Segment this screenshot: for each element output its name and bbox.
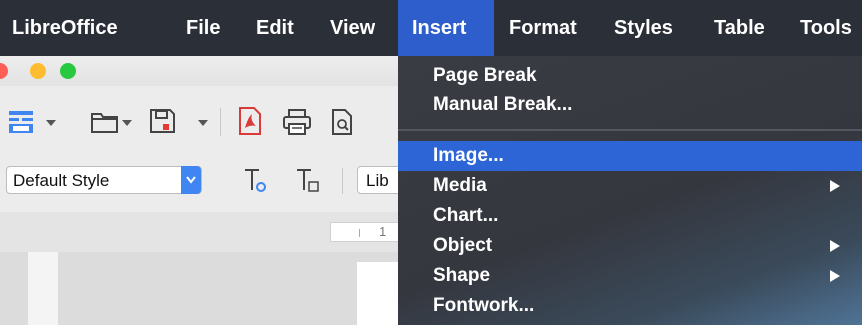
menu-item-manual-break[interactable]: Manual Break... [398, 90, 862, 120]
chevron-down-icon[interactable] [122, 120, 132, 128]
menu-item-label: Fontwork... [433, 295, 535, 316]
menu-item-label: Media [433, 175, 487, 196]
menu-view[interactable]: View [330, 0, 375, 56]
menu-insert[interactable]: Insert [398, 0, 494, 56]
menu-item-label: Page Break [433, 65, 537, 86]
menu-separator [398, 129, 862, 131]
menu-table[interactable]: Table [714, 0, 765, 56]
document-canvas [0, 252, 400, 325]
chevron-down-icon[interactable] [46, 120, 56, 128]
chevron-down-icon [186, 176, 196, 184]
insert-menu-dropdown: Page Break Manual Break... Image... Medi… [398, 56, 862, 325]
print-icon[interactable] [282, 108, 312, 136]
font-name-value: Lib [366, 171, 389, 190]
menu-item-object[interactable]: Object [398, 231, 862, 261]
page-margin-left [28, 252, 58, 325]
new-document-icon[interactable] [8, 110, 42, 134]
menu-libreoffice[interactable]: LibreOffice [12, 0, 118, 56]
open-folder-icon[interactable] [90, 110, 120, 134]
submenu-arrow-icon [830, 240, 840, 252]
menu-file[interactable]: File [186, 0, 220, 56]
paragraph-style-dropdown-button[interactable] [181, 166, 201, 194]
horizontal-ruler[interactable]: 1 [330, 222, 400, 242]
menu-item-label: Object [433, 235, 493, 256]
paragraph-style-value: Default Style [13, 171, 110, 190]
minimize-window-button[interactable] [30, 63, 46, 79]
paragraph-style-dropdown[interactable]: Default Style [6, 166, 202, 194]
menu-item-image[interactable]: Image... [398, 141, 862, 171]
menu-styles[interactable]: Styles [614, 0, 673, 56]
menu-item-media[interactable]: Media [398, 171, 862, 201]
document-page[interactable] [357, 262, 400, 325]
ruler-number: 1 [379, 224, 387, 239]
menu-item-label: Image... [433, 145, 504, 166]
ruler-tick [359, 229, 360, 237]
export-pdf-icon[interactable] [236, 106, 264, 136]
menu-format[interactable]: Format [509, 0, 577, 56]
menu-item-label: Manual Break... [433, 94, 573, 115]
menu-item-page-break[interactable]: Page Break [398, 61, 862, 91]
save-icon[interactable] [148, 108, 178, 134]
menu-tools[interactable]: Tools [800, 0, 852, 56]
menu-item-fontwork[interactable]: Fontwork... [398, 291, 862, 321]
zoom-window-button[interactable] [60, 63, 76, 79]
chevron-down-icon[interactable] [198, 120, 208, 128]
menu-item-label: Chart... [433, 205, 499, 226]
menu-item-chart[interactable]: Chart... [398, 201, 862, 231]
update-style-icon[interactable] [242, 166, 268, 194]
toolbar-separator [220, 108, 221, 136]
macos-menu-bar: LibreOffice File Edit View Insert Format… [0, 0, 862, 56]
toolbar-separator [342, 168, 343, 194]
submenu-arrow-icon [830, 180, 840, 192]
submenu-arrow-icon [830, 270, 840, 282]
new-style-icon[interactable] [294, 166, 320, 194]
menu-item-label: Shape [433, 265, 491, 286]
menu-item-shape[interactable]: Shape [398, 261, 862, 291]
print-preview-icon[interactable] [330, 108, 356, 136]
menu-edit[interactable]: Edit [256, 0, 294, 56]
